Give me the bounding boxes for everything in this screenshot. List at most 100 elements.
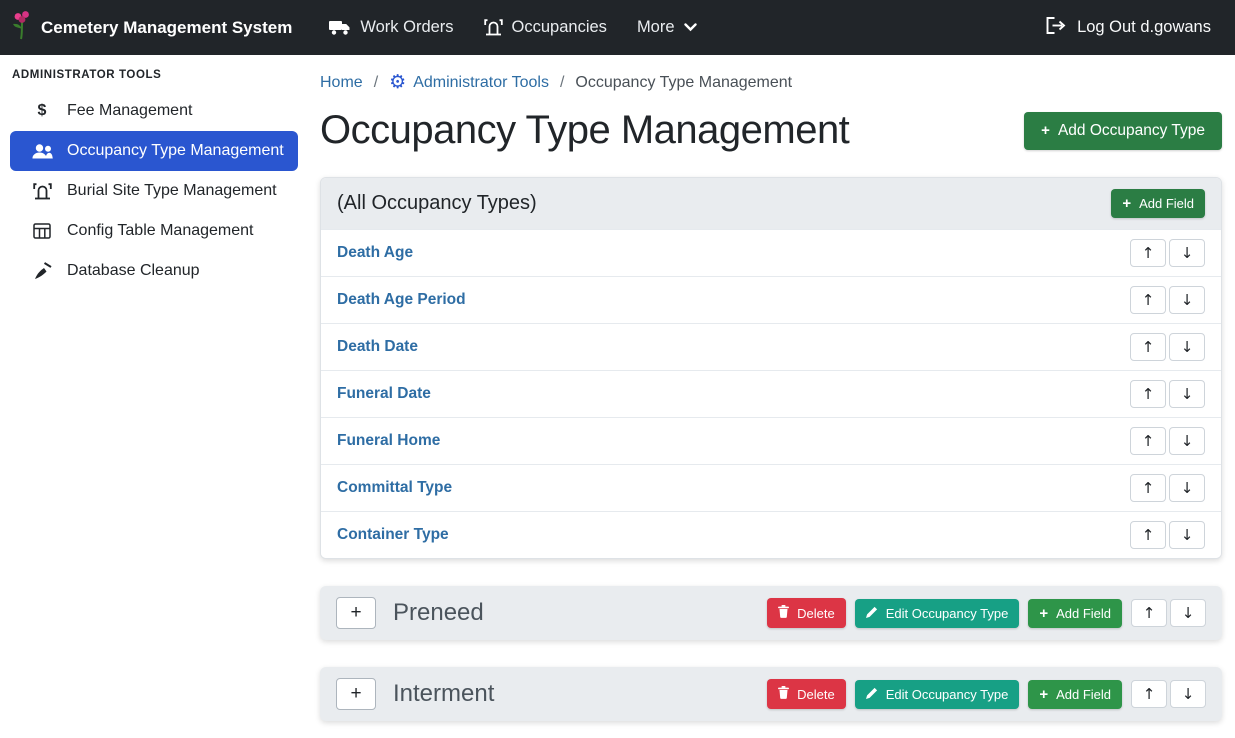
table-icon [30,223,54,239]
field-row: Death Age Period ↑ ↓ [321,276,1221,323]
pencil-icon [866,606,878,621]
move-down-button[interactable]: ↓ [1169,380,1205,408]
breadcrumb-current: Occupancy Type Management [575,74,792,92]
page-title: Occupancy Type Management [320,108,849,153]
trash-icon [778,605,789,621]
move-down-button[interactable]: ↓ [1170,680,1206,708]
plus-icon: + [1122,196,1131,211]
all-occupancy-types-card: (All Occupancy Types) + Add Field Death … [320,177,1222,559]
sidebar: Administrator Tools $ Fee Management Occ… [0,55,308,738]
move-down-button[interactable]: ↓ [1169,521,1205,549]
breadcrumb-home-link[interactable]: Home [320,74,363,92]
field-link[interactable]: Death Age [337,244,413,262]
field-row: Committal Type ↑ ↓ [321,464,1221,511]
logout-button[interactable]: Log Out d.gowans [1046,17,1211,39]
app-brand[interactable]: Cemetery Management System [12,10,292,45]
sidebar-item-occupancy-type-management[interactable]: Occupancy Type Management [10,131,298,171]
flower-logo-icon [12,10,32,45]
move-down-button[interactable]: ↓ [1169,474,1205,502]
all-occupancy-types-header: (All Occupancy Types) + Add Field [321,178,1221,229]
sidebar-item-config-table-management[interactable]: Config Table Management [10,211,298,251]
add-field-label: Add Field [1056,606,1111,621]
move-down-button[interactable]: ↓ [1169,239,1205,267]
field-row: Container Type ↑ ↓ [321,511,1221,558]
broom-icon [30,262,54,280]
occupancy-type-section-interment: + Interment Delete Edi [320,667,1222,721]
trash-icon [778,686,789,702]
sidebar-item-label: Fee Management [67,102,192,120]
truck-icon [329,19,351,36]
section-title: Preneed [393,599,484,627]
move-down-button[interactable]: ↓ [1169,333,1205,361]
section-title: Interment [393,680,494,708]
move-up-button[interactable]: ↑ [1131,599,1167,627]
tombstone-icon [30,183,54,200]
sidebar-item-database-cleanup[interactable]: Database Cleanup [10,251,298,291]
nav-work-orders[interactable]: Work Orders [314,10,468,45]
move-down-button[interactable]: ↓ [1170,599,1206,627]
breadcrumb-separator: / [374,74,378,92]
move-up-button[interactable]: ↑ [1130,239,1166,267]
top-navbar: Cemetery Management System Work Orders [0,0,1235,55]
logout-label: Log Out d.gowans [1077,18,1211,37]
breadcrumb-admin-tools-link[interactable]: Administrator Tools [413,74,549,92]
move-down-button[interactable]: ↓ [1169,286,1205,314]
sidebar-item-burial-site-type-management[interactable]: Burial Site Type Management [10,171,298,211]
plus-icon: + [1041,123,1050,138]
move-down-button[interactable]: ↓ [1169,427,1205,455]
nav-more-label: More [637,18,675,37]
gear-icon: ⚙ [389,73,406,92]
nav-occupancies[interactable]: Occupancies [469,10,622,45]
move-up-button[interactable]: ↑ [1131,680,1167,708]
move-up-button[interactable]: ↑ [1130,427,1166,455]
tombstone-icon [484,19,503,36]
field-link[interactable]: Container Type [337,526,449,544]
plus-icon: + [1039,687,1048,702]
move-up-button[interactable]: ↑ [1130,474,1166,502]
edit-occupancy-type-label: Edit Occupancy Type [886,606,1009,621]
field-link[interactable]: Funeral Home [337,432,440,450]
delete-button[interactable]: Delete [767,598,846,628]
move-up-button[interactable]: ↑ [1130,380,1166,408]
field-link[interactable]: Death Age Period [337,291,466,309]
move-up-button[interactable]: ↑ [1130,286,1166,314]
field-row: Death Date ↑ ↓ [321,323,1221,370]
delete-button[interactable]: Delete [767,679,846,709]
edit-occupancy-type-label: Edit Occupancy Type [886,687,1009,702]
move-up-button[interactable]: ↑ [1130,521,1166,549]
move-up-button[interactable]: ↑ [1130,333,1166,361]
occupancy-type-section-preneed: + Preneed Delete Edit [320,586,1222,640]
add-occupancy-type-button[interactable]: + Add Occupancy Type [1024,112,1222,150]
sidebar-item-label: Config Table Management [67,222,254,240]
edit-occupancy-type-button[interactable]: Edit Occupancy Type [855,599,1020,628]
field-link[interactable]: Funeral Date [337,385,431,403]
add-field-button[interactable]: + Add Field [1111,189,1205,218]
sidebar-item-label: Occupancy Type Management [67,142,284,160]
pencil-icon [866,687,878,702]
sidebar-item-label: Database Cleanup [67,262,200,280]
expand-button[interactable]: + [336,678,376,710]
edit-occupancy-type-button[interactable]: Edit Occupancy Type [855,680,1020,709]
field-link[interactable]: Committal Type [337,479,452,497]
expand-button[interactable]: + [336,597,376,629]
delete-label: Delete [797,606,835,621]
chevron-down-icon [684,23,697,32]
navbar-menu: Work Orders Occupancies More [314,10,711,45]
field-link[interactable]: Death Date [337,338,418,356]
all-occupancy-types-title: (All Occupancy Types) [337,192,537,215]
dollar-icon: $ [30,102,54,120]
logout-icon [1046,17,1067,39]
add-field-label: Add Field [1139,196,1194,211]
add-field-button[interactable]: + Add Field [1028,599,1122,628]
field-row: Funeral Home ↑ ↓ [321,417,1221,464]
field-row: Death Age ↑ ↓ [321,229,1221,276]
delete-label: Delete [797,687,835,702]
app-title: Cemetery Management System [41,18,292,38]
users-icon [30,144,54,159]
plus-icon: + [1039,606,1048,621]
sidebar-item-fee-management[interactable]: $ Fee Management [10,91,298,131]
add-field-button[interactable]: + Add Field [1028,680,1122,709]
nav-more[interactable]: More [622,10,712,45]
field-row: Funeral Date ↑ ↓ [321,370,1221,417]
sidebar-heading: Administrator Tools [0,61,308,91]
